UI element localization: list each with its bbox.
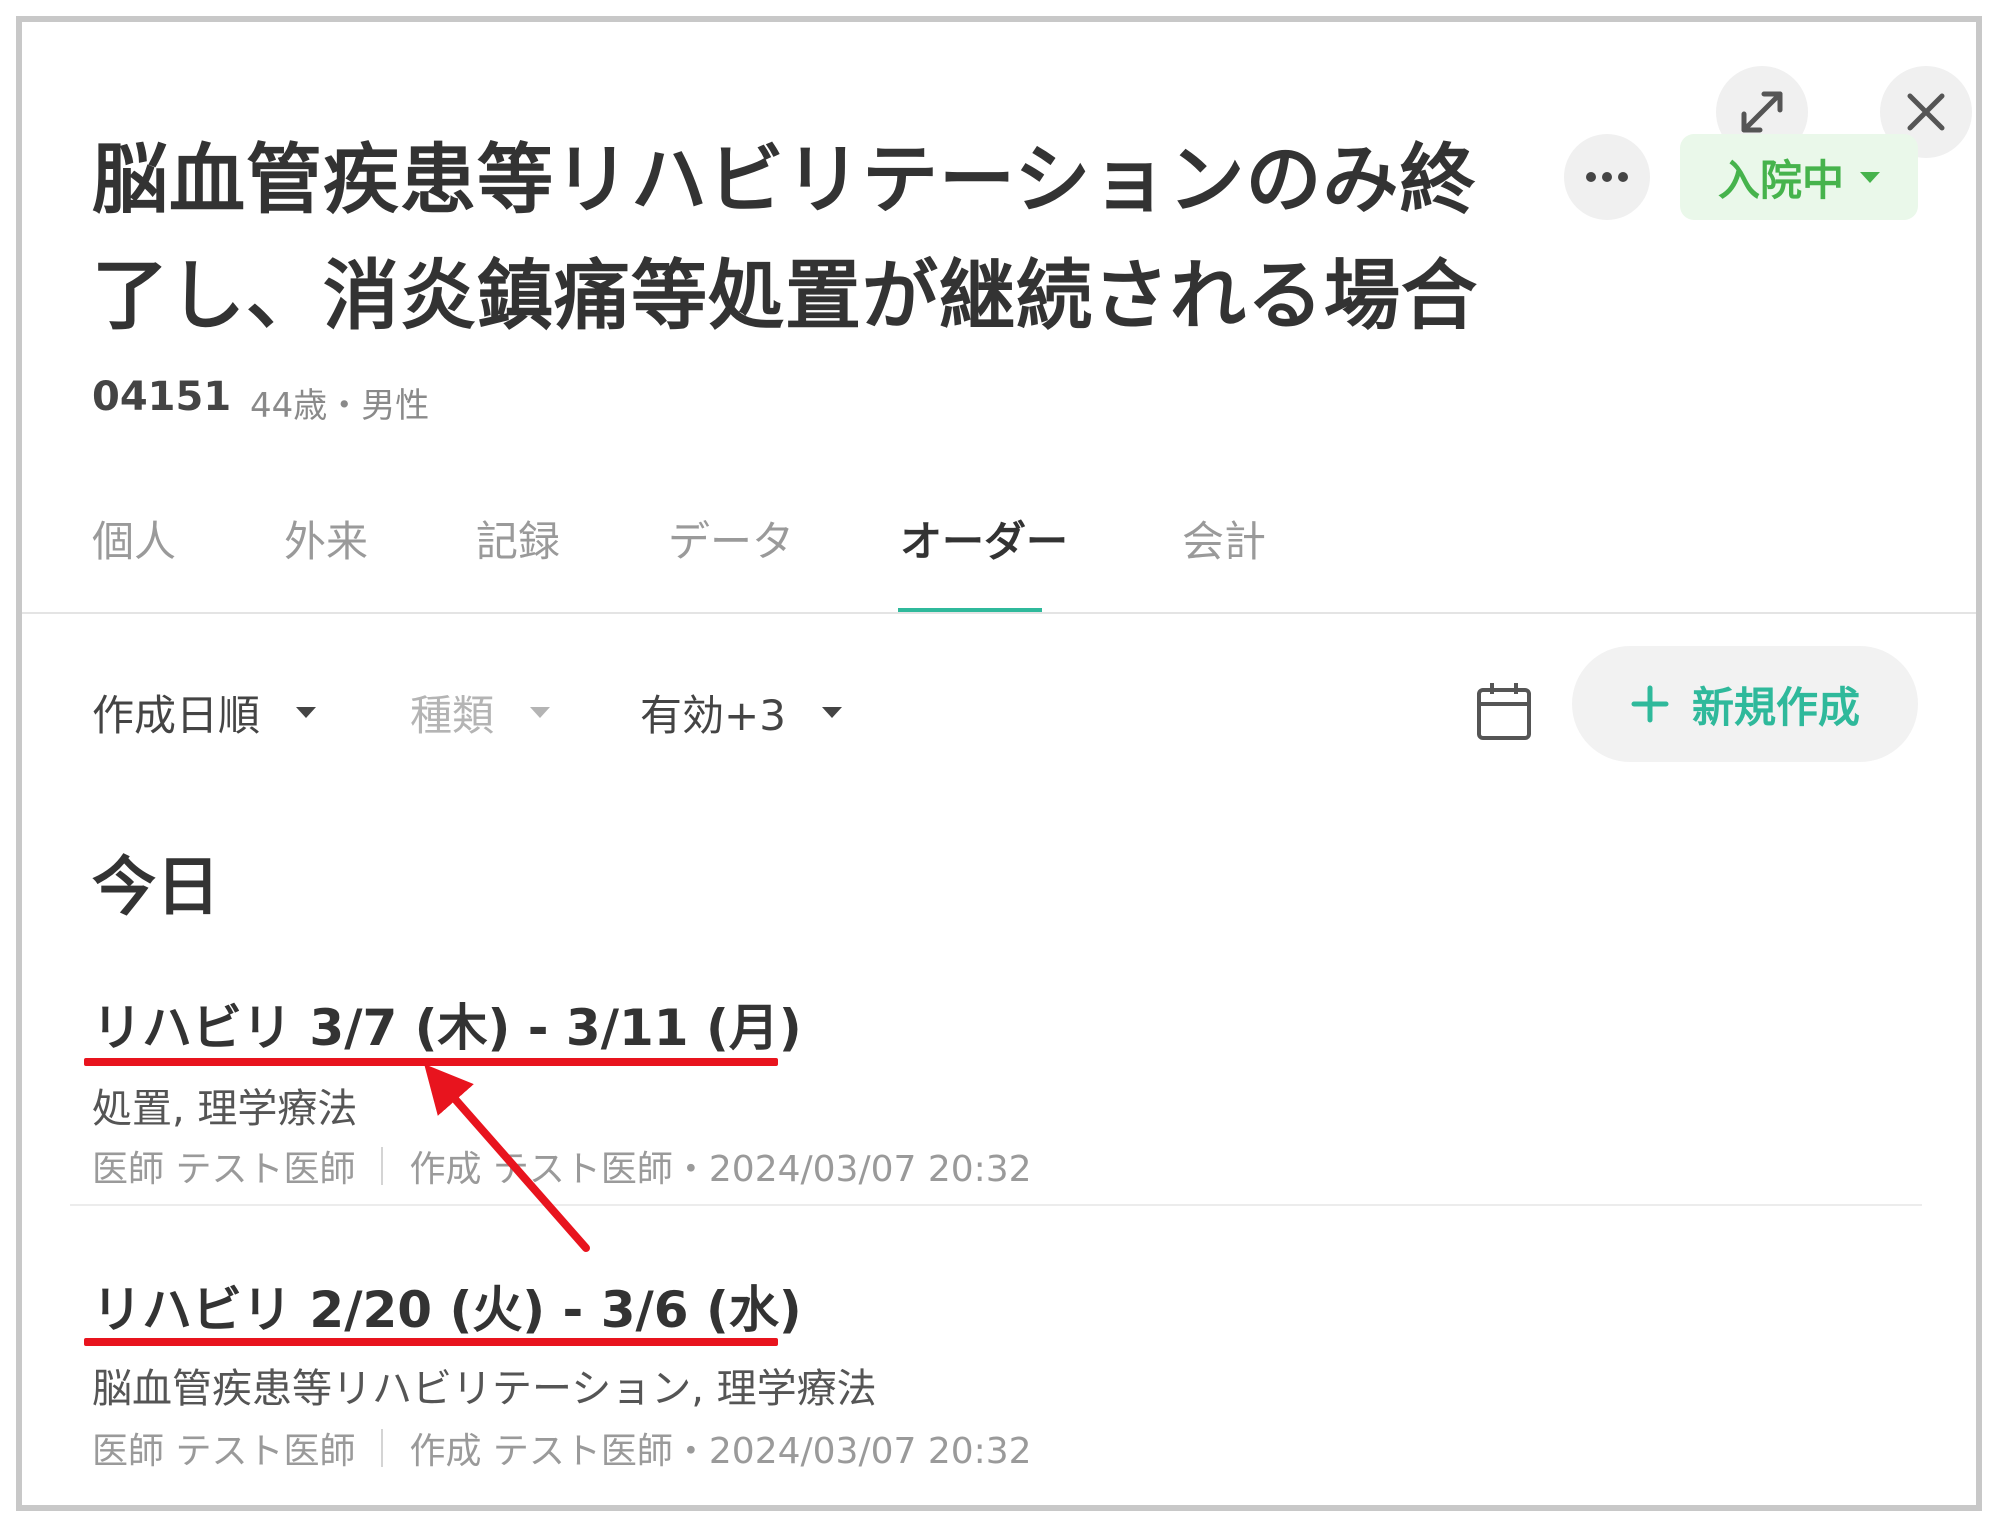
annotation-arrow-icon — [424, 1063, 590, 1252]
order-panel: 脳血管疾患等リハビリテーションのみ終了し、消炎鎮痛等処置が継続される場合 入院中 — [16, 16, 1982, 1511]
